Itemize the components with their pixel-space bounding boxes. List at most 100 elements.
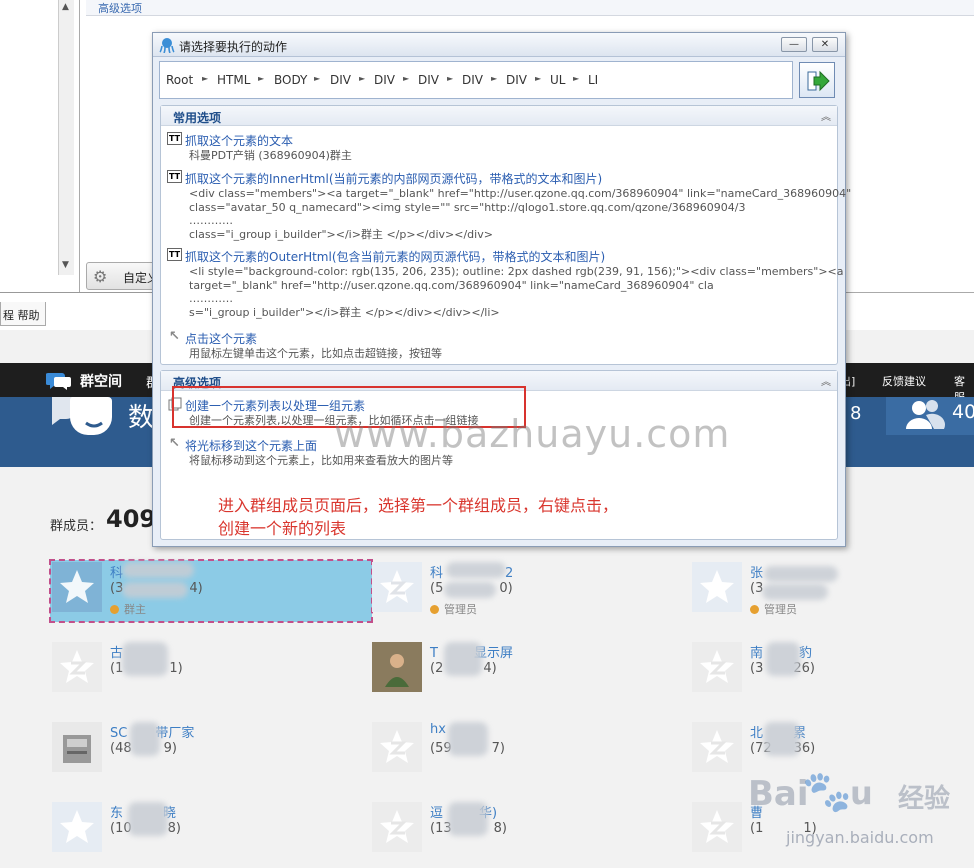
option-title[interactable]: 抓取这个元素的OuterHtml(包含当前元素的网页源代码，带格式的文本和图片) xyxy=(185,248,605,265)
collapse-icon[interactable]: ︽ xyxy=(821,108,831,123)
option-get-outerhtml[interactable]: TT 抓取这个元素的OuterHtml(包含当前元素的网页源代码，带格式的文本和… xyxy=(167,248,844,320)
member-card[interactable]: 南豹 (3 26) xyxy=(690,640,974,702)
collapse-icon[interactable]: ︽ xyxy=(821,373,831,388)
tutorial-annotation: 进入群组成员页面后，选择第一个群组成员，右键点击， 创建一个新的列表 xyxy=(218,494,618,540)
scroll-down-icon[interactable]: ▼ xyxy=(62,260,69,270)
avatar[interactable] xyxy=(52,802,102,852)
member-name[interactable]: 张 xyxy=(750,562,763,581)
path-crumb-div[interactable]: DIV xyxy=(418,73,439,87)
help-tab[interactable]: 程 帮助 xyxy=(0,302,46,326)
qzone-star-icon xyxy=(700,730,734,763)
option-click-element[interactable]: ↖ 点击这个元素 用鼠标左键单击这个元素，比如点击超链接，按钮等 xyxy=(167,330,827,362)
path-crumb-html[interactable]: HTML xyxy=(217,73,250,87)
member-count-box[interactable]: 40 xyxy=(886,397,974,435)
blurred-text xyxy=(122,642,168,676)
option-get-innerhtml[interactable]: TT 抓取这个元素的InnerHtml(当前元素的内部网页源代码，带格式的文本和… xyxy=(167,170,851,242)
member-card[interactable]: hx (59 7) xyxy=(370,720,692,782)
path-crumb-root[interactable]: Root xyxy=(166,73,193,87)
blurred-text xyxy=(448,722,488,756)
qzone-star-icon xyxy=(700,810,734,843)
watermark-text: u xyxy=(850,774,873,812)
option-desc: ………… xyxy=(189,292,233,305)
chevron-right-icon: ► xyxy=(258,74,265,83)
member-name[interactable]: hx xyxy=(430,722,446,737)
members-count: 409 xyxy=(106,505,157,533)
blurred-text xyxy=(764,722,800,756)
chevron-right-icon: ► xyxy=(491,74,498,83)
scroll-up-icon[interactable]: ▲ xyxy=(62,2,69,12)
blurred-text xyxy=(128,802,168,836)
avatar[interactable] xyxy=(372,562,422,612)
cursor-icon: ↖ xyxy=(169,329,180,344)
avatar[interactable] xyxy=(372,642,422,692)
chevron-right-icon: ► xyxy=(314,74,321,83)
member-card[interactable]: 逗华) (13 8) xyxy=(370,800,692,862)
help-tab-label: 程 帮助 xyxy=(3,309,40,322)
qq-nav-title[interactable]: 群空间 xyxy=(80,371,122,391)
member-card[interactable]: 张 (3 管理员 xyxy=(690,560,974,622)
avatar[interactable] xyxy=(692,642,742,692)
annotation-line: 进入群组成员页面后，选择第一个群组成员，右键点击， xyxy=(218,496,619,515)
avatar[interactable] xyxy=(692,802,742,852)
chevron-right-icon: ► xyxy=(403,74,410,83)
path-crumb-div[interactable]: DIV xyxy=(330,73,351,87)
option-desc: class="avatar_50 q_namecard"><img style=… xyxy=(189,200,746,214)
left-panel: ▲ ▼ xyxy=(0,0,80,292)
member-card[interactable]: T 显示屏 (2 4) xyxy=(370,640,692,702)
annotation-line: 创建一个新的列表 xyxy=(218,519,347,538)
paw-icon: 🐾 xyxy=(802,769,852,815)
avatar[interactable] xyxy=(372,722,422,772)
people-icon xyxy=(906,400,946,429)
member-card[interactable]: 科2 (5 0) 管理员 xyxy=(370,560,692,622)
text-icon: TT xyxy=(167,248,182,261)
member-card[interactable]: 东晓 (10 8) xyxy=(50,800,372,862)
minimize-button[interactable]: — xyxy=(781,37,807,52)
blurred-text xyxy=(762,584,828,600)
option-desc: <div class="members"><a target="_blank" … xyxy=(189,187,852,200)
blurred-text xyxy=(448,802,488,836)
path-crumb-li[interactable]: LI xyxy=(588,73,598,87)
common-options-section: 常用选项 ︽ TT 抓取这个元素的文本 科曼PDT产销 (368960904)群… xyxy=(160,105,851,365)
chevron-right-icon: ► xyxy=(447,74,454,83)
option-title[interactable]: 点击这个元素 xyxy=(185,330,257,347)
advanced-options-tab[interactable]: 高级选项 xyxy=(86,0,974,16)
member-count-value: 40 xyxy=(952,401,974,423)
dialog-titlebar[interactable]: 请选择要执行的动作 — ✕ xyxy=(153,33,845,57)
left-panel-scrollbar[interactable]: ▲ ▼ xyxy=(58,0,74,275)
option-desc: ………… xyxy=(189,214,233,227)
path-crumb-body[interactable]: BODY xyxy=(274,73,307,87)
path-crumb-div[interactable]: DIV xyxy=(374,73,395,87)
option-title[interactable]: 抓取这个元素的InnerHtml(当前元素的内部网页源代码，带格式的文本和图片) xyxy=(185,170,602,187)
chevron-right-icon: ► xyxy=(573,74,580,83)
baidu-jingyan-watermark: Bai 🐾 u 经验 jingyan.baidu.com xyxy=(746,768,966,858)
avatar[interactable] xyxy=(692,722,742,772)
option-desc: target="_blank" href="http://user.qzone.… xyxy=(189,278,714,292)
blurred-text xyxy=(764,566,838,582)
section-header[interactable]: 常用选项 ︽ xyxy=(161,106,837,126)
member-card[interactable]: 科 (3 4) 群主 xyxy=(49,559,373,623)
member-card[interactable]: 古 (1 1) xyxy=(50,640,372,702)
member-role: 群主 xyxy=(110,601,146,617)
blurred-text xyxy=(444,582,496,598)
avatar[interactable] xyxy=(372,802,422,852)
confirm-go-button[interactable] xyxy=(799,62,835,98)
path-crumb-ul[interactable]: UL xyxy=(550,73,565,87)
avatar[interactable] xyxy=(52,562,102,612)
qq-nav-feedback-link[interactable]: 反馈建议 xyxy=(882,373,926,389)
group-stat: 8 xyxy=(850,403,862,424)
member-card[interactable]: SC 带厂家 (48 9) xyxy=(50,720,372,782)
section-title: 常用选项 xyxy=(173,111,222,125)
member-name[interactable]: 科 xyxy=(110,562,123,581)
avatar[interactable] xyxy=(52,722,102,772)
option-title[interactable]: 将光标移到这个元素上面 xyxy=(185,437,317,454)
option-get-text[interactable]: TT 抓取这个元素的文本 科曼PDT产销 (368960904)群主 xyxy=(167,132,827,164)
avatar[interactable] xyxy=(52,642,102,692)
path-crumb-div[interactable]: DIV xyxy=(506,73,527,87)
watermark-text: Bai xyxy=(748,774,809,814)
avatar[interactable] xyxy=(692,562,742,612)
dialog-title: 请选择要执行的动作 xyxy=(179,40,288,54)
close-button[interactable]: ✕ xyxy=(812,37,838,52)
option-title[interactable]: 抓取这个元素的文本 xyxy=(185,132,293,149)
path-crumb-div[interactable]: DIV xyxy=(462,73,483,87)
blurred-text xyxy=(122,562,194,578)
